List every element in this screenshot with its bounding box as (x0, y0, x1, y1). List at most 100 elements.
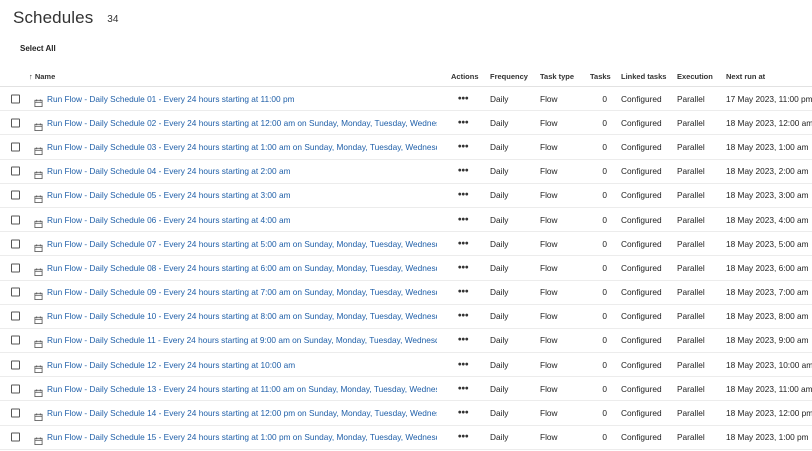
task-type-cell: Flow (540, 190, 558, 201)
row-checkbox[interactable] (11, 360, 20, 370)
more-actions-icon[interactable]: ••• (458, 359, 469, 370)
schedule-name-link[interactable]: Run Flow - Daily Schedule 04 - Every 24 … (47, 166, 437, 176)
table-row[interactable]: Run Flow - Daily Schedule 04 - Every 24 … (0, 160, 812, 184)
row-checkbox[interactable] (11, 239, 20, 249)
schedule-name-link[interactable]: Run Flow - Daily Schedule 10 - Every 24 … (47, 311, 437, 321)
next-run-cell: 18 May 2023, 1:00 pm (726, 432, 809, 443)
tasks-cell: 0 (602, 383, 607, 394)
schedule-name-link[interactable]: Run Flow - Daily Schedule 09 - Every 24 … (47, 287, 437, 297)
execution-cell: Parallel (677, 311, 705, 322)
column-header-tasks[interactable]: Tasks (590, 72, 611, 81)
more-actions-icon[interactable]: ••• (458, 93, 469, 104)
more-actions-icon[interactable]: ••• (458, 335, 469, 346)
more-actions-icon[interactable]: ••• (458, 311, 469, 322)
more-actions-icon[interactable]: ••• (458, 190, 469, 201)
tasks-cell: 0 (602, 311, 607, 322)
tasks-cell: 0 (602, 287, 607, 298)
calendar-icon (34, 433, 43, 446)
schedule-name-link[interactable]: Run Flow - Daily Schedule 07 - Every 24 … (47, 239, 437, 249)
schedule-name-link[interactable]: Run Flow - Daily Schedule 06 - Every 24 … (47, 215, 437, 225)
row-checkbox[interactable] (11, 142, 20, 152)
table-row[interactable]: Run Flow - Daily Schedule 13 - Every 24 … (0, 377, 812, 402)
more-actions-icon[interactable]: ••• (458, 117, 469, 128)
column-header-linked-tasks[interactable]: Linked tasks (621, 72, 666, 81)
table-row[interactable]: Run Flow - Daily Schedule 02 - Every 24 … (0, 111, 812, 136)
column-header-frequency[interactable]: Frequency (490, 72, 528, 81)
table-row[interactable]: Run Flow - Daily Schedule 09 - Every 24 … (0, 281, 812, 305)
linked-tasks-cell: Configured (621, 190, 662, 201)
row-checkbox[interactable] (11, 215, 20, 225)
select-all-button[interactable]: Select All (20, 44, 56, 53)
row-checkbox[interactable] (11, 263, 20, 273)
linked-tasks-cell: Configured (621, 166, 662, 177)
more-actions-icon[interactable]: ••• (458, 166, 469, 177)
calendar-icon (34, 336, 43, 349)
frequency-cell: Daily (490, 287, 509, 298)
column-header-actions[interactable]: Actions (451, 72, 479, 81)
schedule-name-link[interactable]: Run Flow - Daily Schedule 14 - Every 24 … (47, 408, 437, 418)
row-checkbox[interactable] (11, 166, 20, 176)
row-checkbox[interactable] (11, 335, 20, 345)
more-actions-icon[interactable]: ••• (458, 432, 469, 443)
row-checkbox[interactable] (11, 287, 20, 297)
task-type-cell: Flow (540, 238, 558, 249)
schedule-name-link[interactable]: Run Flow - Daily Schedule 01 - Every 24 … (47, 94, 437, 104)
next-run-cell: 18 May 2023, 7:00 am (726, 287, 809, 298)
linked-tasks-cell: Configured (621, 214, 662, 225)
more-actions-icon[interactable]: ••• (458, 141, 469, 152)
next-run-cell: 18 May 2023, 4:00 am (726, 214, 809, 225)
table-row[interactable]: Run Flow - Daily Schedule 07 - Every 24 … (0, 232, 812, 257)
more-actions-icon[interactable]: ••• (458, 408, 469, 419)
schedule-name-link[interactable]: Run Flow - Daily Schedule 05 - Every 24 … (47, 190, 437, 200)
column-header-execution[interactable]: Execution (677, 72, 713, 81)
calendar-icon (34, 239, 43, 252)
linked-tasks-cell: Configured (621, 117, 662, 128)
schedule-name-link[interactable]: Run Flow - Daily Schedule 15 - Every 24 … (47, 432, 437, 442)
calendar-icon (34, 409, 43, 422)
table-row[interactable]: Run Flow - Daily Schedule 01 - Every 24 … (0, 87, 812, 112)
table-row[interactable]: Run Flow - Daily Schedule 08 - Every 24 … (0, 256, 812, 281)
row-checkbox[interactable] (11, 384, 20, 394)
row-checkbox[interactable] (11, 408, 20, 418)
column-header-next-run[interactable]: Next run at (726, 72, 765, 81)
more-actions-icon[interactable]: ••• (458, 238, 469, 249)
more-actions-icon[interactable]: ••• (458, 262, 469, 273)
page-title: Schedules (13, 8, 94, 27)
table-row[interactable]: Run Flow - Daily Schedule 12 - Every 24 … (0, 353, 812, 378)
more-actions-icon[interactable]: ••• (458, 383, 469, 394)
row-checkbox[interactable] (11, 311, 20, 321)
frequency-cell: Daily (490, 359, 509, 370)
table-row[interactable]: Run Flow - Daily Schedule 05 - Every 24 … (0, 184, 812, 208)
schedule-name-link[interactable]: Run Flow - Daily Schedule 11 - Every 24 … (47, 335, 437, 345)
schedule-name-link[interactable]: Run Flow - Daily Schedule 02 - Every 24 … (47, 118, 437, 128)
more-actions-icon[interactable]: ••• (458, 214, 469, 225)
calendar-icon (34, 215, 43, 228)
table-row[interactable]: Run Flow - Daily Schedule 14 - Every 24 … (0, 401, 812, 426)
task-type-cell: Flow (540, 214, 558, 225)
next-run-cell: 18 May 2023, 1:00 am (726, 141, 809, 152)
row-checkbox[interactable] (11, 432, 20, 442)
task-type-cell: Flow (540, 117, 558, 128)
table-row[interactable]: Run Flow - Daily Schedule 03 - Every 24 … (0, 135, 812, 160)
table-row[interactable]: Run Flow - Daily Schedule 15 - Every 24 … (0, 426, 812, 450)
schedule-name-link[interactable]: Run Flow - Daily Schedule 13 - Every 24 … (47, 384, 437, 394)
more-actions-icon[interactable]: ••• (458, 287, 469, 298)
linked-tasks-cell: Configured (621, 93, 662, 104)
execution-cell: Parallel (677, 117, 705, 128)
table-row[interactable]: Run Flow - Daily Schedule 10 - Every 24 … (0, 305, 812, 329)
next-run-cell: 18 May 2023, 2:00 am (726, 166, 809, 177)
row-checkbox[interactable] (11, 190, 20, 200)
row-checkbox[interactable] (11, 118, 20, 128)
linked-tasks-cell: Configured (621, 383, 662, 394)
task-type-cell: Flow (540, 93, 558, 104)
schedule-name-link[interactable]: Run Flow - Daily Schedule 08 - Every 24 … (47, 263, 437, 273)
tasks-cell: 0 (602, 93, 607, 104)
table-row[interactable]: Run Flow - Daily Schedule 11 - Every 24 … (0, 329, 812, 354)
column-header-task-type[interactable]: Task type (540, 72, 574, 81)
table-row[interactable]: Run Flow - Daily Schedule 06 - Every 24 … (0, 208, 812, 233)
schedule-name-link[interactable]: Run Flow - Daily Schedule 12 - Every 24 … (47, 360, 437, 370)
schedule-name-link[interactable]: Run Flow - Daily Schedule 03 - Every 24 … (47, 142, 437, 152)
linked-tasks-cell: Configured (621, 432, 662, 443)
column-header-name[interactable]: ↑ Name (29, 72, 55, 81)
row-checkbox[interactable] (11, 94, 20, 104)
